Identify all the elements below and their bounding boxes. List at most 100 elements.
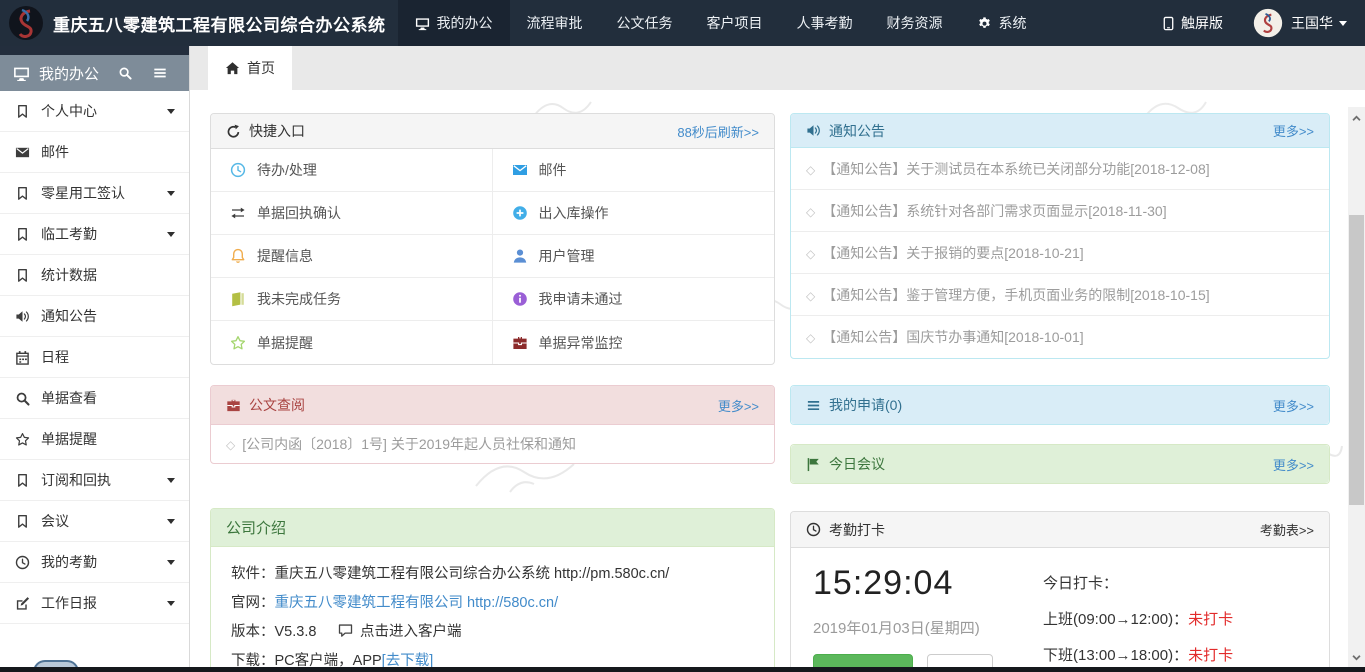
plus-circle-icon [512,205,528,221]
quick-entry-item-2[interactable]: 邮件 [493,149,775,192]
quick-entry-item-label: 待办/处理 [257,160,317,180]
chevron-down-icon [167,191,175,196]
quick-entry-item-label: 提醒信息 [257,246,313,266]
nav-item-label: 财务资源 [887,13,943,33]
nav-item-1[interactable]: 我的办公 [398,0,510,46]
nav-item-7[interactable]: 系统 [960,0,1044,46]
attendance-row-label: 下班(13:00→18:00)： [1043,647,1188,664]
tab-home[interactable]: 首页 [208,46,292,90]
quick-entry-item-label: 用户管理 [539,246,595,266]
user-name[interactable]: 王国华 [1291,13,1333,33]
attendance-date: 2019年01月03日(星期四) [813,617,1031,638]
quick-entry-refresh-countdown[interactable]: 88秒后刷新>> [677,122,759,141]
quick-entry-item-7[interactable]: 我未完成任务 [211,278,493,321]
documents-more-link[interactable]: 更多>> [718,396,759,415]
refresh-icon [226,124,241,139]
user-menu-caret-icon[interactable] [1339,21,1347,26]
sidebar-item-7[interactable]: 日程 [0,337,189,378]
touch-version-link[interactable]: 触屏版 [1161,13,1223,33]
company-link[interactable]: 重庆五八零建筑工程有限公司 [275,595,464,611]
home-icon [225,61,240,76]
sidebar-item-12[interactable]: 我的考勤 [0,542,189,583]
calendar-icon [14,350,31,365]
quick-entry-item-4[interactable]: 出入库操作 [493,192,775,235]
company-info-row-3: 版本：V5.3.8 点击进入客户端 [231,618,754,647]
pencil-icon [14,596,31,611]
sidebar-item-6[interactable]: 通知公告 [0,296,189,337]
quick-entry-panel: 快捷入口 88秒后刷新>> 待办/处理 邮件单据回执确认 出入库操作提醒信息 用户管理… [210,113,775,365]
scroll-up-icon[interactable] [1348,110,1365,127]
quick-entry-grid: 待办/处理 邮件单据回执确认 出入库操作提醒信息 用户管理我未完成任务我申请未通过单据… [211,149,774,364]
nav-item-label: 客户项目 [707,13,763,33]
vertical-scrollbar[interactable] [1348,107,1365,672]
attendance-row-2: 下班(13:00→18:00)：未打卡 [1043,644,1317,665]
bookmark-icon [14,514,31,529]
diamond-bullet-icon: ◇ [806,289,815,303]
company-text: V5.3.8 [275,624,335,640]
quick-entry-item-label: 单据回执确认 [257,203,341,223]
bell-icon [230,248,246,264]
exchange-icon [230,205,246,221]
sidebar-item-label: 订阅和回执 [41,470,111,490]
sidebar-item-8[interactable]: 单据查看 [0,378,189,419]
user-avatar[interactable] [1253,8,1283,38]
quick-entry-item-9[interactable]: 单据提醒 [211,321,493,364]
notices-more-link[interactable]: 更多>> [1273,121,1314,140]
notice-item-text: 【通知公告】关于测试员在本系统已关闭部分功能[2018-12-08] [822,161,1209,177]
document-item-1[interactable]: ◇[公司内函〔2018〕1号] 关于2019年起人员社保和通知 [211,425,774,463]
bookmark-icon [14,227,31,242]
sidebar-item-4[interactable]: 临工考勤 [0,214,189,255]
notice-item-3[interactable]: ◇【通知公告】关于报销的要点[2018-10-21] [791,232,1329,274]
search-icon[interactable] [118,66,132,80]
scroll-down-icon[interactable] [1348,649,1365,666]
sidebar-item-1[interactable]: 个人中心 [0,91,189,132]
today-meetings-more-link[interactable]: 更多>> [1273,455,1314,474]
quick-entry-item-6[interactable]: 用户管理 [493,235,775,278]
sidebar-item-label: 通知公告 [41,306,97,326]
menu-toggle-icon[interactable] [153,66,167,80]
info-circle-icon [512,291,528,307]
documents-panel: 公文查阅 更多>> ◇[公司内函〔2018〕1号] 关于2019年起人员社保和通… [210,385,775,464]
nav-item-5[interactable]: 人事考勤 [780,0,870,46]
quick-entry-item-label: 邮件 [539,160,567,180]
quick-entry-item-3[interactable]: 单据回执确认 [211,192,493,235]
sidebar-item-10[interactable]: 订阅和回执 [0,460,189,501]
notices-list: ◇【通知公告】关于测试员在本系统已关闭部分功能[2018-12-08]◇【通知公… [791,148,1329,358]
quick-entry-item-1[interactable]: 待办/处理 [211,149,493,192]
list-icon [806,398,821,413]
sidebar-item-5[interactable]: 统计数据 [0,255,189,296]
attendance-row-1: 上班(09:00→12:00)：未打卡 [1043,608,1317,629]
nav-item-4[interactable]: 客户项目 [690,0,780,46]
brand[interactable]: 重庆五八零建筑工程有限公司综合办公系统 [0,0,398,46]
nav-item-3[interactable]: 公文任务 [600,0,690,46]
notice-item-2[interactable]: ◇【通知公告】系统针对各部门需求页面显示[2018-11-30] [791,190,1329,232]
quick-entry-item-5[interactable]: 提醒信息 [211,235,493,278]
notice-item-1[interactable]: ◇【通知公告】关于测试员在本系统已关闭部分功能[2018-12-08] [791,148,1329,190]
quick-entry-item-10[interactable]: 单据异常监控 [493,321,775,364]
sidebar-item-13[interactable]: 工作日报 [0,583,189,624]
sidebar-title: 我的办公 [39,63,99,84]
quick-entry-item-8[interactable]: 我申请未通过 [493,278,775,321]
chevron-down-icon [167,601,175,606]
scrollbar-thumb[interactable] [1349,215,1364,505]
company-row-label: 官网： [231,595,275,611]
sidebar-item-3[interactable]: 零星用工签认 [0,173,189,214]
touchscreen-icon [1161,16,1176,31]
quick-entry-title: 快捷入口 [249,121,305,141]
sidebar-item-9[interactable]: 单据提醒 [0,419,189,460]
company-link[interactable]: http://580c.cn/ [467,595,558,611]
today-meetings-panel: 今日会议 更多>> [790,444,1330,484]
sidebar-item-2[interactable]: 邮件 [0,132,189,173]
nav-item-6[interactable]: 财务资源 [870,0,960,46]
nav-item-2[interactable]: 流程审批 [510,0,600,46]
star-icon [14,432,31,447]
sidebar: 我的办公 个人中心邮件零星用工签认临工考勤统计数据通知公告日程单据查看单据提醒订… [0,46,190,672]
sidebar-item-label: 工作日报 [41,593,97,613]
notice-item-5[interactable]: ◇【通知公告】国庆节办事通知[2018-10-01] [791,316,1329,358]
sidebar-item-11[interactable]: 会议 [0,501,189,542]
notice-item-4[interactable]: ◇【通知公告】鉴于管理方便，手机页面业务的限制[2018-10-15] [791,274,1329,316]
sidebar-item-label: 统计数据 [41,265,97,285]
nav-item-label: 流程审批 [527,13,583,33]
my-applications-more-link[interactable]: 更多>> [1273,396,1314,415]
attendance-sheet-link[interactable]: 考勤表>> [1260,520,1314,539]
